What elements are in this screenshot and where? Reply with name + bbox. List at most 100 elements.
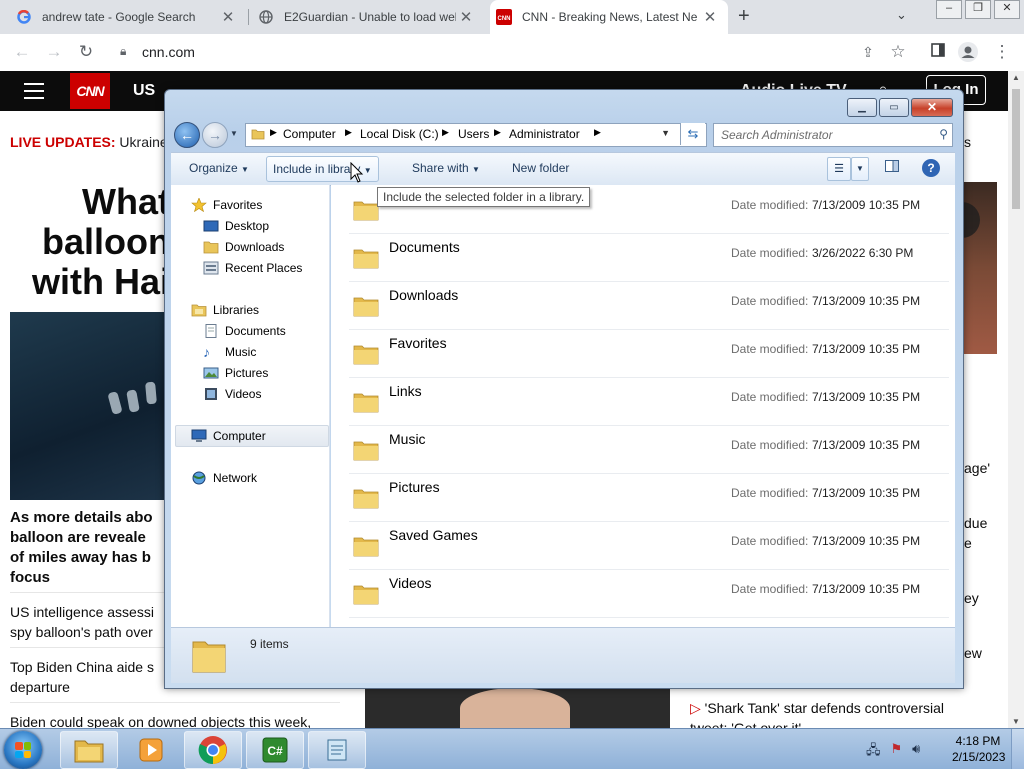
change-view-icon[interactable]: ☰ bbox=[827, 157, 851, 181]
minimize-icon[interactable]: – bbox=[936, 0, 962, 19]
address-breadcrumb-bar[interactable]: ▶ Computer ▶ Local Disk (C:) ▶ Users ▶ A… bbox=[245, 123, 707, 147]
side-panel-icon[interactable] bbox=[928, 42, 948, 62]
file-row-documents[interactable]: Documents Date modified: 3/26/2022 6:30 PM bbox=[349, 233, 949, 282]
breadcrumb-separator-icon[interactable]: ▶ bbox=[494, 127, 501, 138]
volume-icon[interactable]: 🔊︎ bbox=[912, 741, 920, 763]
new-tab-icon[interactable]: + bbox=[738, 5, 750, 28]
nav-favorites[interactable]: Favorites bbox=[191, 197, 262, 213]
nav-lib-pictures[interactable]: Pictures bbox=[203, 366, 268, 380]
breadcrumb-separator-icon[interactable]: ▶ bbox=[345, 127, 352, 138]
share-icon[interactable]: ⇪ bbox=[858, 42, 878, 62]
share-with-button[interactable]: Share with ▼ bbox=[412, 161, 480, 175]
close-icon[interactable]: ✕ bbox=[911, 98, 953, 117]
nav-lib-documents[interactable]: Documents bbox=[203, 324, 286, 338]
file-row-favorites[interactable]: Favorites Date modified: 7/13/2009 10:35 P… bbox=[349, 329, 949, 378]
scroll-down-icon[interactable]: ▼ bbox=[1012, 717, 1020, 726]
windows-explorer-icon[interactable] bbox=[60, 731, 118, 769]
breadcrumb-local-disk[interactable]: Local Disk (C:) bbox=[360, 127, 439, 141]
date-modified-value: 7/13/2009 10:35 PM bbox=[812, 198, 921, 212]
breadcrumb-separator-icon[interactable]: ▶ bbox=[594, 127, 601, 138]
breadcrumb-administrator[interactable]: Administrator bbox=[509, 127, 580, 141]
nav-recent-places[interactable]: Recent Places bbox=[203, 261, 302, 275]
hero-image[interactable] bbox=[10, 312, 166, 500]
refresh-icon[interactable]: ⇆ bbox=[680, 123, 705, 145]
breadcrumb-users[interactable]: Users bbox=[458, 127, 489, 141]
more-menu-icon[interactable]: ⋮ bbox=[992, 42, 1012, 62]
bookmark-star-icon[interactable]: ☆ bbox=[888, 42, 908, 62]
help-icon[interactable]: ? bbox=[922, 159, 940, 177]
hamburger-menu-icon[interactable] bbox=[24, 83, 44, 104]
breadcrumb-separator-icon[interactable]: ▶ bbox=[270, 127, 277, 138]
nav-downloads[interactable]: Downloads bbox=[203, 240, 284, 254]
new-folder-button[interactable]: New folder bbox=[512, 161, 569, 175]
cnn-logo[interactable]: CNN bbox=[70, 73, 110, 109]
nav-libraries[interactable]: Libraries bbox=[191, 303, 259, 317]
chevron-down-icon[interactable]: ⌄ bbox=[896, 7, 907, 23]
system-clock[interactable]: 4:18 PM 2/15/2023 bbox=[952, 733, 1005, 765]
csharp-icon[interactable]: C# bbox=[246, 731, 304, 769]
start-button[interactable] bbox=[4, 731, 42, 769]
nav-computer[interactable]: Computer bbox=[191, 429, 266, 443]
file-row-downloads[interactable]: Downloads Date modified: 7/13/2009 10:35 P… bbox=[349, 281, 949, 330]
story-video-thumbnail[interactable] bbox=[365, 688, 670, 728]
navigation-pane: Favorites Desktop Downloads Recent Place… bbox=[171, 185, 330, 627]
close-tab-icon[interactable]: ✕ bbox=[218, 8, 238, 26]
forward-arrow-icon[interactable]: → bbox=[44, 42, 64, 62]
file-row-music[interactable]: Music Date modified: 7/13/2009 10:35 PM bbox=[349, 425, 949, 474]
scrollbar-thumb[interactable] bbox=[1012, 89, 1020, 209]
file-row-videos[interactable]: Videos Date modified: 7/13/2009 10:35 PM bbox=[349, 569, 949, 618]
organize-button[interactable]: Organize ▼ bbox=[189, 161, 249, 175]
date-modified-label: Date modified: bbox=[731, 534, 809, 548]
date-modified-label: Date modified: bbox=[731, 438, 809, 452]
search-icon: ⚲ bbox=[939, 127, 948, 141]
page-scrollbar[interactable]: ▲ ▼ bbox=[1008, 71, 1024, 728]
nav-network[interactable]: Network bbox=[191, 471, 257, 485]
nav-lib-videos[interactable]: Videos bbox=[203, 387, 261, 401]
right-text-fragment: e bbox=[964, 535, 972, 551]
recent-pages-chevron-icon[interactable]: ▼ bbox=[230, 129, 238, 138]
notepad-icon[interactable] bbox=[308, 731, 366, 769]
nav-link-us[interactable]: US bbox=[133, 82, 155, 100]
tab-e2guardian[interactable]: E2Guardian - Unable to load web ✕ bbox=[252, 0, 484, 34]
network-status-icon[interactable]: 🖧︎ bbox=[866, 741, 881, 763]
address-bar[interactable]: 🔒︎ cnn.com bbox=[112, 38, 902, 66]
nav-desktop[interactable]: Desktop bbox=[203, 219, 269, 233]
breadcrumb-separator-icon[interactable]: ▶ bbox=[442, 127, 449, 138]
media-player-icon[interactable] bbox=[122, 731, 180, 769]
close-tab-icon[interactable]: ✕ bbox=[456, 8, 476, 26]
back-arrow-icon[interactable]: ← bbox=[174, 122, 200, 148]
close-tab-icon[interactable]: ✕ bbox=[700, 8, 720, 26]
reload-icon[interactable]: ↻ bbox=[76, 42, 96, 62]
scroll-up-icon[interactable]: ▲ bbox=[1012, 73, 1020, 82]
live-updates-text: Ukraine bbox=[119, 134, 168, 150]
maximize-icon[interactable]: ▭ bbox=[879, 98, 909, 117]
breadcrumb-computer[interactable]: Computer bbox=[283, 127, 336, 141]
right-text-fragment: age' bbox=[964, 460, 991, 476]
lead-story-headline[interactable]: As more details abo balloon are reveale … bbox=[10, 508, 170, 588]
tab-google-search[interactable]: andrew tate - Google Search ✕ bbox=[10, 0, 246, 34]
folder-icon bbox=[353, 487, 379, 509]
minimize-icon[interactable]: ▁ bbox=[847, 98, 877, 117]
preview-pane-icon[interactable] bbox=[879, 157, 905, 181]
file-row-pictures[interactable]: Pictures Date modified: 7/13/2009 10:35 PM bbox=[349, 473, 949, 522]
action-center-icon[interactable]: ⚑ bbox=[891, 741, 903, 763]
address-history-dropdown-icon[interactable]: ▼ bbox=[661, 128, 670, 138]
search-input[interactable]: Search Administrator ⚲ bbox=[713, 123, 953, 147]
lock-icon[interactable]: 🔒︎ bbox=[120, 44, 126, 59]
chrome-icon[interactable] bbox=[184, 731, 242, 769]
forward-arrow-icon[interactable]: → bbox=[202, 122, 228, 148]
file-row-saved-games[interactable]: Saved Games Date modified: 7/13/2009 10:35… bbox=[349, 521, 949, 570]
profile-avatar-icon[interactable] bbox=[958, 42, 978, 62]
nav-lib-music[interactable]: ♪ Music bbox=[203, 345, 256, 359]
close-window-icon[interactable]: ✕ bbox=[994, 0, 1020, 19]
tab-cnn[interactable]: CNN CNN - Breaking News, Latest Ne ✕ bbox=[490, 0, 728, 34]
right-text-fragment: ey bbox=[964, 590, 979, 606]
restore-icon[interactable]: ❐ bbox=[965, 0, 991, 19]
back-arrow-icon[interactable]: ← bbox=[12, 42, 32, 62]
file-row-links[interactable]: Links Date modified: 7/13/2009 10:35 PM bbox=[349, 377, 949, 426]
hero-headline[interactable]: What balloon with Hai bbox=[0, 182, 170, 302]
live-updates-banner[interactable]: LIVE UPDATES: Ukraine bbox=[10, 134, 168, 150]
file-name: Documents bbox=[389, 239, 460, 255]
show-desktop-button[interactable] bbox=[1011, 729, 1024, 769]
view-options-chevron-icon[interactable]: ▼ bbox=[851, 157, 869, 181]
